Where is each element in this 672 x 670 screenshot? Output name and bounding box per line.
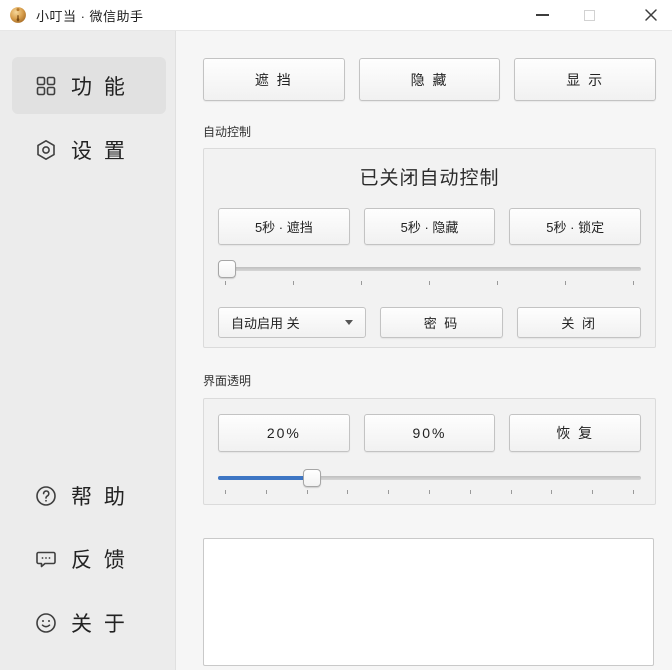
close-button[interactable]	[636, 0, 666, 30]
slider-track[interactable]	[218, 267, 641, 271]
sidebar: 功 能 设 置 帮 助	[0, 31, 176, 670]
sidebar-item-about[interactable]: 关 于	[12, 599, 166, 647]
auto-control-slider[interactable]	[218, 260, 641, 278]
block-button[interactable]: 遮 挡	[203, 58, 345, 101]
timer-button-row: 5秒 · 遮挡 5秒 · 隐藏 5秒 · 锁定	[218, 208, 641, 245]
minimize-button[interactable]	[527, 0, 557, 30]
transparency-90-button[interactable]: 90%	[364, 414, 496, 452]
sidebar-item-label: 功 能	[71, 71, 128, 101]
transparency-label: 界面透明	[203, 372, 251, 389]
timer-hide-button[interactable]: 5秒 · 隐藏	[364, 208, 496, 245]
auto-control-label: 自动控制	[203, 123, 251, 140]
auto-control-slider-block	[218, 260, 641, 285]
auto-control-status: 已关闭自动控制	[204, 149, 655, 190]
maximize-button[interactable]	[574, 0, 604, 30]
close-auto-button[interactable]: 关 闭	[517, 307, 641, 338]
log-textarea[interactable]	[203, 538, 654, 666]
sidebar-item-label: 设 置	[71, 135, 128, 165]
password-button[interactable]: 密 码	[380, 307, 504, 338]
app-window: 小叮当 · 微信助手 功 能	[0, 0, 672, 670]
slider-ticks	[218, 490, 641, 494]
help-icon	[34, 484, 58, 508]
transparency-slider-block	[218, 469, 641, 494]
slider-thumb[interactable]	[218, 260, 236, 278]
maximize-icon	[584, 10, 595, 21]
transparency-slider[interactable]	[218, 469, 641, 487]
transparency-button-row: 20% 90% 恢 复	[218, 414, 641, 452]
auto-control-group: 已关闭自动控制 5秒 · 遮挡 5秒 · 隐藏 5秒 · 锁定 自动启用 关	[203, 148, 656, 348]
title-bar: 小叮当 · 微信助手	[0, 0, 672, 31]
slider-thumb[interactable]	[303, 469, 321, 487]
top-action-row: 遮 挡 隐 藏 显 示	[203, 58, 656, 101]
show-button[interactable]: 显 示	[514, 58, 656, 101]
window-title: 小叮当 · 微信助手	[36, 6, 144, 25]
minimize-icon	[536, 14, 549, 16]
timer-block-button[interactable]: 5秒 · 遮挡	[218, 208, 350, 245]
chevron-down-icon	[345, 320, 353, 325]
sidebar-item-label: 反 馈	[71, 544, 128, 574]
transparency-group: 20% 90% 恢 复	[203, 398, 656, 505]
transparency-restore-button[interactable]: 恢 复	[509, 414, 641, 452]
main-content: 遮 挡 隐 藏 显 示 自动控制 已关闭自动控制 5秒 · 遮挡 5秒 · 隐藏…	[176, 31, 672, 670]
bell-app-icon	[8, 5, 28, 25]
sidebar-item-label: 帮 助	[71, 481, 128, 511]
slider-ticks	[218, 281, 641, 285]
close-icon	[644, 8, 658, 22]
sidebar-item-feedback[interactable]: 反 馈	[12, 535, 166, 583]
timer-lock-button[interactable]: 5秒 · 锁定	[509, 208, 641, 245]
auto-enable-dropdown[interactable]: 自动启用 关	[218, 307, 366, 338]
auto-enable-dropdown-label: 自动启用 关	[231, 313, 300, 332]
sidebar-item-features[interactable]: 功 能	[12, 57, 166, 114]
apps-icon	[34, 74, 58, 98]
slider-fill	[218, 476, 307, 480]
sidebar-item-settings[interactable]: 设 置	[12, 126, 166, 174]
sidebar-item-help[interactable]: 帮 助	[12, 472, 166, 520]
transparency-20-button[interactable]: 20%	[218, 414, 350, 452]
hide-button[interactable]: 隐 藏	[359, 58, 501, 101]
sidebar-item-label: 关 于	[71, 608, 128, 638]
auto-control-button-row: 自动启用 关 密 码 关 闭	[218, 307, 641, 338]
feedback-icon	[34, 547, 58, 571]
smiley-about-icon	[34, 611, 58, 635]
gear-icon	[34, 138, 58, 162]
